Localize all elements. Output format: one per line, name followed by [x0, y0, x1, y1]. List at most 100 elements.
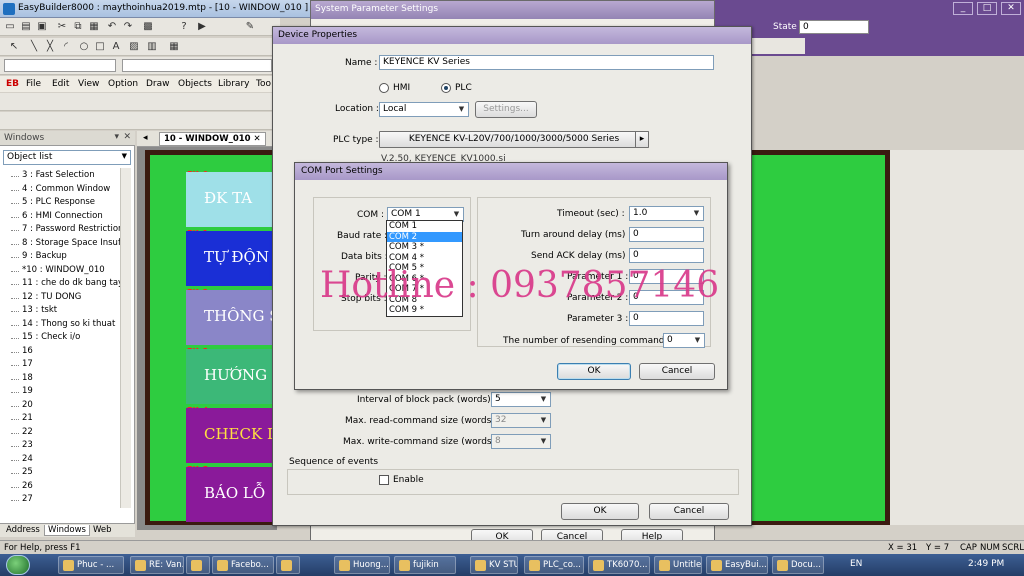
tree-item[interactable]: *10 : WINDOW_010: [6, 265, 121, 279]
state-select[interactable]: 0: [799, 20, 869, 34]
tree-item[interactable]: 27: [6, 494, 121, 508]
com-option[interactable]: COM 9 *: [387, 305, 462, 316]
arc-icon[interactable]: ◜: [60, 41, 72, 53]
menu-option[interactable]: Option: [108, 79, 138, 89]
open-icon[interactable]: ▤: [20, 21, 32, 33]
tree-item[interactable]: 20: [6, 400, 121, 414]
rect-icon[interactable]: □: [94, 41, 106, 53]
com-option[interactable]: COM 4 *: [387, 253, 462, 264]
hmi-radio[interactable]: [379, 83, 389, 93]
com-option[interactable]: COM 3 *: [387, 242, 462, 253]
tab-windows[interactable]: Windows: [44, 525, 90, 536]
menu-draw[interactable]: Draw: [146, 79, 170, 89]
com-option[interactable]: COM 1: [387, 221, 462, 232]
plc-type-select[interactable]: KEYENCE KV-L20V/700/1000/3000/5000 Serie…: [379, 131, 649, 148]
new-icon[interactable]: ▭: [4, 21, 16, 33]
chevron-right-icon[interactable]: ▸: [635, 131, 649, 148]
device-cancel-button[interactable]: Cancel: [649, 503, 729, 520]
com-cancel-button[interactable]: Cancel: [639, 363, 715, 380]
undo-icon[interactable]: ↶: [106, 21, 118, 33]
param3-field[interactable]: 0: [629, 311, 704, 326]
com-ok-button[interactable]: OK: [557, 363, 631, 380]
tab-window-010[interactable]: 10 - WINDOW_010 ✕: [159, 132, 266, 146]
tree-item[interactable]: 11 : che do dk bang tay: [6, 278, 121, 292]
redo-icon[interactable]: ↷: [122, 21, 134, 33]
tree-item[interactable]: 13 : tskt: [6, 305, 121, 319]
plc-radio[interactable]: [441, 83, 451, 93]
size-selector[interactable]: [122, 59, 272, 72]
menu-library[interactable]: Library: [218, 79, 249, 89]
menu-file[interactable]: File: [26, 79, 41, 89]
com-option[interactable]: COM 2: [387, 231, 462, 242]
grid-icon[interactable]: ▩: [142, 21, 154, 33]
tree-item[interactable]: 24: [6, 454, 121, 468]
tree-item[interactable]: 21: [6, 413, 121, 427]
menu-view[interactable]: View: [78, 79, 99, 89]
cut-icon[interactable]: ✂: [56, 21, 68, 33]
taskbar-item[interactable]: PLC_co...: [524, 556, 584, 574]
taskbar-item[interactable]: TK6070...: [588, 556, 650, 574]
tree-item[interactable]: 22: [6, 427, 121, 441]
panel-close-icon[interactable]: ✕: [123, 132, 131, 142]
pointer-icon[interactable]: ↖: [8, 41, 20, 53]
function-key-button[interactable]: HƯỚNG D: [186, 349, 277, 404]
tab-address[interactable]: Address: [3, 525, 43, 535]
taskbar-item[interactable]: EasyBui...: [706, 556, 768, 574]
tree-item[interactable]: 19: [6, 386, 121, 400]
copy-icon[interactable]: ⧉: [72, 21, 84, 33]
start-button[interactable]: [6, 555, 30, 575]
function-key-button[interactable]: ĐK TA: [186, 172, 277, 227]
text-icon[interactable]: A: [110, 41, 122, 53]
tree-scrollbar[interactable]: [120, 168, 131, 508]
taskbar-item[interactable]: Untitle...: [654, 556, 702, 574]
function-key-button[interactable]: TỰ ĐỘN: [186, 231, 277, 286]
clock[interactable]: 2:49 PM: [968, 559, 1004, 569]
tree-item[interactable]: 3 : Fast Selection: [6, 170, 121, 184]
function-key-button[interactable]: THÔNG S: [186, 290, 277, 345]
picture-icon[interactable]: ▨: [128, 41, 140, 53]
taskbar-item[interactable]: Docu...: [772, 556, 824, 574]
menu-tools[interactable]: Too: [256, 79, 271, 89]
menu-objects[interactable]: Objects: [178, 79, 212, 89]
tree-item[interactable]: 8 : Storage Space Insuff: [6, 238, 121, 252]
tree-item[interactable]: 12 : TU DONG: [6, 292, 121, 306]
taskbar-item[interactable]: KV STU...: [470, 556, 518, 574]
tree-item[interactable]: 16: [6, 346, 121, 360]
location-select[interactable]: Local ▼: [379, 102, 469, 117]
menu-edit[interactable]: Edit: [52, 79, 69, 89]
max-read-select[interactable]: 32 ▼: [491, 413, 551, 428]
max-write-select[interactable]: 8 ▼: [491, 434, 551, 449]
taskbar-item[interactable]: [186, 556, 210, 574]
table-icon[interactable]: ▦: [168, 41, 180, 53]
tab-prev-icon[interactable]: ◂: [143, 133, 148, 143]
pen-icon[interactable]: ✎: [244, 21, 256, 33]
tree-item[interactable]: 18: [6, 373, 121, 387]
tree-item[interactable]: 9 : Backup: [6, 251, 121, 265]
tree-item[interactable]: 6 : HMI Connection: [6, 211, 121, 225]
tree-item[interactable]: 7 : Password Restriction: [6, 224, 121, 238]
close-icon[interactable]: ✕: [1001, 2, 1021, 15]
tree-item[interactable]: 14 : Thong so ki thuat: [6, 319, 121, 333]
taskbar-item[interactable]: [276, 556, 300, 574]
tree-item[interactable]: 25: [6, 467, 121, 481]
device-ok-button[interactable]: OK: [561, 503, 639, 520]
scale-icon[interactable]: ▥: [146, 41, 158, 53]
taskbar-item[interactable]: Phuc - ...: [58, 556, 124, 574]
object-list-select[interactable]: Object list ▼: [3, 150, 131, 165]
help-icon[interactable]: ?: [178, 21, 190, 33]
tree-item[interactable]: 23: [6, 440, 121, 454]
interval-select[interactable]: 5 ▼: [491, 392, 551, 407]
tab-web[interactable]: Web: [90, 525, 115, 535]
language-indicator[interactable]: EN: [850, 559, 862, 569]
save-icon[interactable]: ▣: [36, 21, 48, 33]
function-key-button[interactable]: CHECK I: [186, 408, 277, 463]
tree-item[interactable]: 26: [6, 481, 121, 495]
function-key-button[interactable]: BÁO LỖ: [186, 467, 277, 522]
tree-item[interactable]: 5 : PLC Response: [6, 197, 121, 211]
tree-item[interactable]: 4 : Common Window: [6, 184, 121, 198]
maximize-icon[interactable]: □: [977, 2, 997, 15]
polyline-icon[interactable]: ╳: [44, 41, 56, 53]
enable-checkbox[interactable]: [379, 475, 389, 485]
taskbar-item[interactable]: Huong...: [334, 556, 390, 574]
name-field[interactable]: KEYENCE KV Series: [379, 55, 714, 70]
